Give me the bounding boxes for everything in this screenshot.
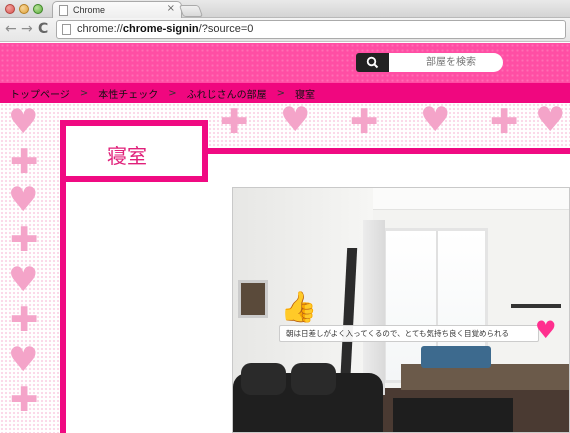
heart-motif-icon: ♥ xyxy=(280,103,311,140)
heart-motif-icon: ♥ xyxy=(8,180,39,220)
page-title: 寝室 xyxy=(107,144,147,168)
heart-motif-icon: ♥ xyxy=(8,103,39,142)
blanket xyxy=(421,346,491,368)
sofa-cushion xyxy=(241,363,286,395)
reload-icon[interactable]: C xyxy=(38,21,48,37)
coffee-table xyxy=(393,398,513,432)
cross-motif-icon: ✚ xyxy=(10,220,39,260)
cross-motif-icon: ✚ xyxy=(10,300,39,340)
tab-close-icon[interactable]: × xyxy=(167,3,175,14)
search-icon xyxy=(366,56,379,69)
sofa-cushion xyxy=(291,363,336,395)
heart-icon[interactable]: ♥ xyxy=(535,318,557,342)
address-bar[interactable]: chrome://chrome-signin/?source=0 xyxy=(56,20,566,39)
heart-motif-icon: ♥ xyxy=(8,340,39,380)
close-window-button[interactable] xyxy=(5,4,15,14)
cross-motif-icon: ✚ xyxy=(10,142,39,182)
tab-title: Chrome xyxy=(73,5,106,15)
cross-motif-icon: ✚ xyxy=(490,103,519,142)
maximize-window-button[interactable] xyxy=(33,4,43,14)
breadcrumb-separator: > xyxy=(276,87,285,99)
page-title-box: 寝室 xyxy=(60,120,208,182)
breadcrumb-separator: > xyxy=(168,87,177,99)
back-icon[interactable]: ← xyxy=(5,21,17,37)
breadcrumb: トップページ > 本性チェック > ふれじさんの部屋 > 寝室 xyxy=(0,83,570,103)
breadcrumb-item-top[interactable]: トップページ xyxy=(10,86,70,101)
page-icon xyxy=(59,5,68,16)
heart-motif-icon: ♥ xyxy=(535,103,566,140)
site-header xyxy=(0,43,570,83)
heart-motif-icon: ♥ xyxy=(8,260,39,300)
browser-titlebar: Chrome × xyxy=(0,0,570,18)
cross-motif-icon: ✚ xyxy=(220,103,249,142)
breadcrumb-item-check[interactable]: 本性チェック xyxy=(98,86,158,101)
room-caption: 朝は日差しがよく入ってくるので、とても気持ち良く目覚められる xyxy=(279,325,539,342)
wall-picture xyxy=(238,280,268,318)
wall-shelf xyxy=(511,304,561,308)
breadcrumb-item-current: 寝室 xyxy=(294,89,315,101)
address-url[interactable]: chrome://chrome-signin/?source=0 xyxy=(77,23,253,35)
forward-icon[interactable]: → xyxy=(21,21,33,37)
breadcrumb-item-room[interactable]: ふれじさんの部屋 xyxy=(187,86,267,101)
page-icon xyxy=(62,24,71,35)
minimize-window-button[interactable] xyxy=(19,4,29,14)
cross-motif-icon: ✚ xyxy=(10,380,39,420)
new-tab-button[interactable] xyxy=(178,5,204,17)
browser-tab[interactable]: Chrome × xyxy=(52,1,182,18)
thumbs-up-icon[interactable]: 👍 xyxy=(280,293,317,323)
room-search-input[interactable] xyxy=(389,53,503,72)
browser-toolbar: ← → C chrome://chrome-signin/?source=0 xyxy=(0,18,570,42)
curtain xyxy=(363,220,385,395)
cross-motif-icon: ✚ xyxy=(350,103,379,142)
search-button[interactable] xyxy=(356,53,389,72)
heart-motif-icon: ♥ xyxy=(420,103,451,140)
breadcrumb-separator: > xyxy=(79,87,89,99)
